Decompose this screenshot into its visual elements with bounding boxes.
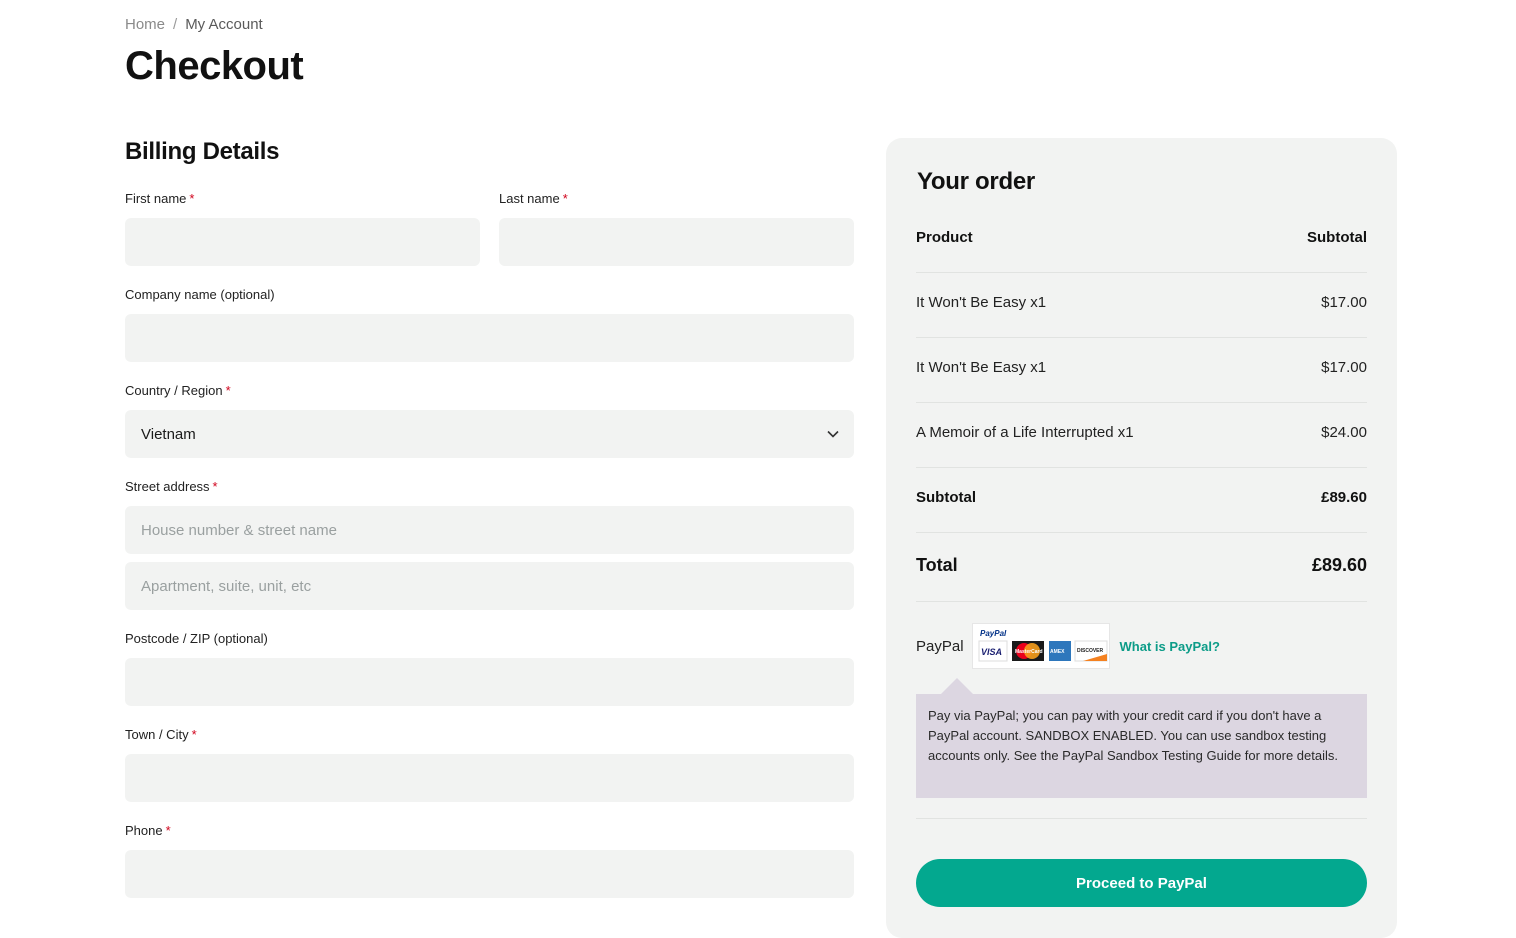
street-address-input[interactable]: House number & street name bbox=[125, 506, 854, 554]
breadcrumb-current[interactable]: My Account bbox=[185, 16, 263, 33]
notice-pointer bbox=[941, 678, 973, 694]
divider bbox=[916, 818, 1367, 819]
order-table-header: Product Subtotal bbox=[916, 229, 1367, 246]
postcode-label: Postcode / ZIP (optional) bbox=[125, 631, 268, 646]
country-select[interactable]: Vietnam bbox=[125, 410, 854, 458]
total-label: Total bbox=[916, 555, 958, 575]
total-row: Total £89.60 bbox=[916, 555, 1367, 576]
order-item: A Memoir of a Life Interrupted x1 $24.00 bbox=[916, 424, 1367, 441]
order-item-name: A Memoir of a Life Interrupted x1 bbox=[916, 424, 1134, 441]
order-heading: Your order bbox=[917, 168, 1035, 195]
country-label: Country / Region * bbox=[125, 383, 231, 398]
postcode-input[interactable] bbox=[125, 658, 854, 706]
breadcrumb-separator: / bbox=[173, 16, 178, 33]
page-title: Checkout bbox=[125, 44, 304, 88]
divider bbox=[916, 601, 1367, 602]
paypal-description-box: Pay via PayPal; you can pay with your cr… bbox=[916, 694, 1367, 798]
order-item-name: It Won't Be Easy x1 bbox=[916, 294, 1047, 311]
order-item-price: $17.00 bbox=[1321, 359, 1367, 376]
divider bbox=[916, 467, 1367, 468]
order-item-name: It Won't Be Easy x1 bbox=[916, 359, 1047, 376]
product-column-header: Product bbox=[916, 229, 973, 246]
order-item: It Won't Be Easy x1 $17.00 bbox=[916, 294, 1367, 311]
city-label: Town / City * bbox=[125, 727, 197, 742]
paypal-method-label[interactable]: PayPal bbox=[916, 638, 964, 655]
order-item-price: $17.00 bbox=[1321, 294, 1367, 311]
apartment-input[interactable]: Apartment, suite, unit, etc bbox=[125, 562, 854, 610]
chevron-down-icon bbox=[827, 430, 839, 438]
order-item-price: $24.00 bbox=[1321, 424, 1367, 441]
subtotal-column-header: Subtotal bbox=[1307, 229, 1367, 246]
divider bbox=[916, 532, 1367, 533]
billing-details-form: Billing Details bbox=[125, 138, 854, 166]
svg-text:DISCOVER: DISCOVER bbox=[1077, 648, 1104, 654]
svg-text:AMEX: AMEX bbox=[1050, 649, 1065, 655]
total-value: £89.60 bbox=[1311, 555, 1367, 575]
payment-method-paypal[interactable]: PayPal PayPal VISA MasterCard AMEX DISCO… bbox=[916, 622, 1367, 670]
divider bbox=[916, 402, 1367, 403]
first-name-input[interactable] bbox=[125, 218, 480, 266]
paypal-acceptance-logo: PayPal VISA MasterCard AMEX DISCOVER bbox=[971, 623, 1110, 669]
subtotal-label: Subtotal bbox=[916, 489, 976, 506]
street-label: Street address * bbox=[125, 479, 218, 494]
country-select-value: Vietnam bbox=[141, 425, 196, 443]
divider bbox=[916, 272, 1367, 273]
what-is-paypal-link[interactable]: What is PayPal? bbox=[1120, 639, 1220, 654]
first-name-label: First name * bbox=[125, 191, 195, 206]
svg-text:MasterCard: MasterCard bbox=[1015, 649, 1043, 655]
subtotal-value: £89.60 bbox=[1321, 489, 1367, 506]
breadcrumb: Home / My Account bbox=[125, 16, 263, 33]
divider bbox=[916, 337, 1367, 338]
phone-input[interactable] bbox=[125, 850, 854, 898]
paypal-cards-logo-icon: PayPal VISA MasterCard AMEX DISCOVER bbox=[978, 629, 1108, 662]
svg-text:VISA: VISA bbox=[981, 647, 1002, 657]
phone-label: Phone * bbox=[125, 823, 171, 838]
last-name-label: Last name * bbox=[499, 191, 568, 206]
svg-text:PayPal: PayPal bbox=[980, 629, 1007, 638]
city-input[interactable] bbox=[125, 754, 854, 802]
company-label: Company name (optional) bbox=[125, 287, 275, 302]
breadcrumb-home-link[interactable]: Home bbox=[125, 16, 165, 33]
order-item: It Won't Be Easy x1 $17.00 bbox=[916, 359, 1367, 376]
proceed-to-paypal-button[interactable]: Proceed to PayPal bbox=[916, 859, 1367, 907]
subtotal-row: Subtotal £89.60 bbox=[916, 489, 1367, 506]
order-summary-panel: Your order Product Subtotal It Won't Be … bbox=[886, 138, 1397, 938]
billing-heading: Billing Details bbox=[125, 138, 280, 165]
company-input[interactable] bbox=[125, 314, 854, 362]
last-name-input[interactable] bbox=[499, 218, 854, 266]
